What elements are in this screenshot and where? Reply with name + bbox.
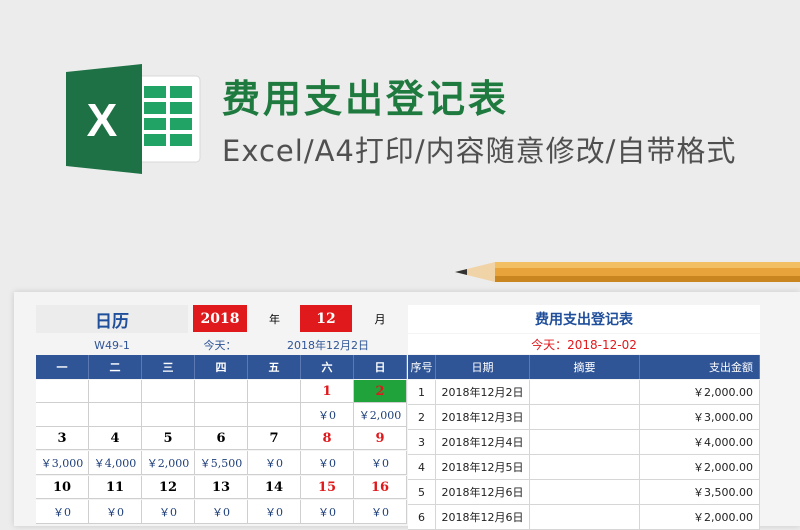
calendar-day-amount: ￥2,000: [354, 403, 407, 427]
calendar-day[interactable]: 13: [195, 476, 248, 499]
calendar-day[interactable]: 8: [301, 427, 354, 450]
calendar-day-amount: ￥0: [301, 500, 354, 524]
today-value: 2018年12月2日: [287, 339, 369, 352]
calendar-day-amount: ￥0: [301, 403, 354, 427]
weekday-header: 五: [248, 355, 301, 379]
calendar-day-amount: ￥0: [248, 500, 301, 524]
calendar-day[interactable]: 10: [36, 476, 89, 499]
ledger-cell-no: 1: [408, 380, 436, 405]
week-label: W49-1: [94, 338, 130, 352]
calendar-day[interactable]: 12: [142, 476, 195, 499]
ledger-column-header: 日期: [436, 355, 530, 379]
ledger-cell-amount: ￥3,000.00: [640, 405, 760, 430]
calendar-day: [195, 380, 248, 403]
ledger-cell-no: 2: [408, 405, 436, 430]
calendar-day-amount: ￥0: [36, 500, 89, 524]
excel-logo-icon: X: [66, 64, 201, 174]
ledger-cell-summary: [530, 480, 640, 505]
pencil-icon: [455, 262, 800, 282]
year-unit-label: 年: [269, 312, 280, 326]
ledger-cell-date: 2018年12月2日: [436, 380, 530, 405]
ledger-cell-amount: ￥4,000.00: [640, 430, 760, 455]
ledger-cell-amount: ￥3,500.00: [640, 480, 760, 505]
ledger-cell-no: 6: [408, 505, 436, 530]
year-selector[interactable]: 2018: [193, 305, 247, 332]
ledger-title: 费用支出登记表: [408, 305, 760, 333]
ledger-cell-summary: [530, 455, 640, 480]
calendar-day-amount: ￥3,000: [36, 451, 89, 475]
ledger-cell-summary: [530, 430, 640, 455]
weekday-header: 三: [142, 355, 195, 379]
svg-text:X: X: [87, 94, 118, 146]
ledger-cell-amount: ￥2,000.00: [640, 505, 760, 530]
ledger-cell-date: 2018年12月5日: [436, 455, 530, 480]
calendar-day-amount: [36, 403, 89, 427]
ledger-column-header: 摘要: [530, 355, 640, 379]
month-selector[interactable]: 12: [300, 305, 352, 332]
calendar-day: [36, 380, 89, 403]
calendar-day-amount: ￥0: [354, 500, 407, 524]
weekday-header: 二: [89, 355, 142, 379]
calendar-day-amount: [195, 403, 248, 427]
calendar-day-amount: [89, 403, 142, 427]
calendar-day-amount: ￥5,500: [195, 451, 248, 475]
ledger-cell-no: 3: [408, 430, 436, 455]
calendar-day-amount: [248, 403, 301, 427]
calendar-day-amount: ￥0: [89, 500, 142, 524]
calendar-day[interactable]: 5: [142, 427, 195, 450]
calendar-day-amount: ￥4,000: [89, 451, 142, 475]
calendar-day[interactable]: 7: [248, 427, 301, 450]
calendar-day[interactable]: 4: [89, 427, 142, 450]
banner-title: 费用支出登记表: [222, 77, 510, 121]
month-unit-label: 月: [374, 312, 386, 326]
ledger-cell-date: 2018年12月6日: [436, 480, 530, 505]
calendar-day-amount: ￥2,000: [142, 451, 195, 475]
calendar-day-amount: ￥0: [195, 500, 248, 524]
ledger-cell-no: 4: [408, 455, 436, 480]
ledger-cell-summary: [530, 405, 640, 430]
calendar-day[interactable]: 15: [301, 476, 354, 499]
calendar-day[interactable]: 6: [195, 427, 248, 450]
ledger-cell-date: 2018年12月6日: [436, 505, 530, 530]
ledger-cell-no: 5: [408, 480, 436, 505]
today-label: 今天：: [203, 339, 237, 352]
calendar-day: [142, 380, 195, 403]
weekday-header: 日: [354, 355, 407, 379]
calendar-day[interactable]: 11: [89, 476, 142, 499]
calendar-day-amount: ￥0: [142, 500, 195, 524]
weekday-header: 四: [195, 355, 248, 379]
calendar-day: [89, 380, 142, 403]
calendar-day-amount: ￥0: [301, 451, 354, 475]
calendar-day-amount: ￥0: [248, 451, 301, 475]
ledger-cell-amount: ￥2,000.00: [640, 380, 760, 405]
ledger-cell-summary: [530, 505, 640, 530]
ledger-cell-summary: [530, 380, 640, 405]
ledger-column-header: 支出金额: [640, 355, 760, 379]
weekday-header: 六: [301, 355, 354, 379]
ledger-cell-date: 2018年12月3日: [436, 405, 530, 430]
calendar-day[interactable]: 14: [248, 476, 301, 499]
ledger-column-header: 序号: [408, 355, 436, 379]
ledger-today: 今天：2018-12-02: [408, 334, 760, 354]
calendar-title: 日历: [36, 305, 188, 333]
banner-subtitle: Excel/A4打印/内容随意修改/自带格式: [222, 134, 737, 168]
calendar-day[interactable]: 9: [354, 427, 407, 450]
ledger-cell-amount: ￥2,000.00: [640, 455, 760, 480]
weekday-header: 一: [36, 355, 89, 379]
calendar-day[interactable]: 16: [354, 476, 407, 499]
calendar-day-amount: [142, 403, 195, 427]
calendar-day[interactable]: 2: [354, 380, 407, 403]
calendar-day-amount: ￥0: [354, 451, 407, 475]
calendar-day[interactable]: 1: [301, 380, 354, 403]
ledger-cell-date: 2018年12月4日: [436, 430, 530, 455]
calendar-day[interactable]: 3: [36, 427, 89, 450]
calendar-day: [248, 380, 301, 403]
